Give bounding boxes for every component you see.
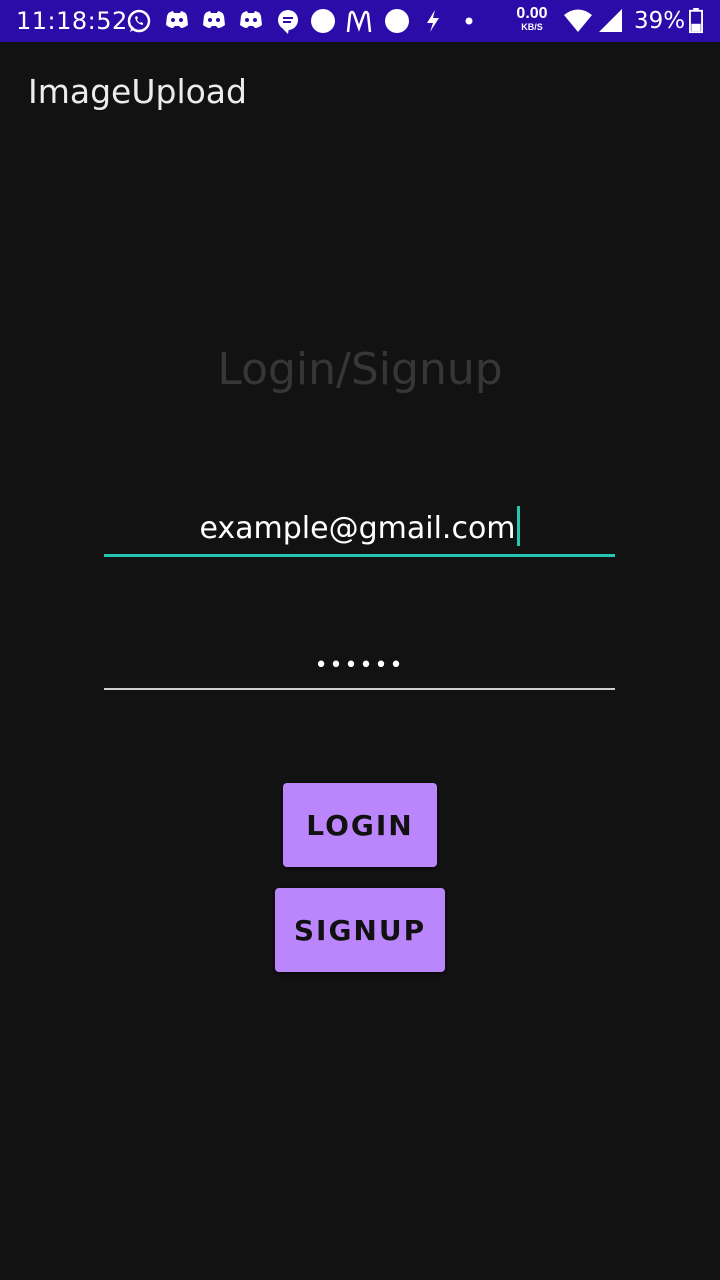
password-field[interactable]: ••••••	[104, 642, 615, 690]
app-title: ImageUpload	[28, 72, 247, 111]
email-value: example@gmail.com	[199, 511, 516, 546]
whatsapp-icon	[127, 9, 151, 33]
signup-button[interactable]: SIGNUP	[275, 888, 445, 972]
text-cursor	[516, 506, 520, 546]
dot-icon	[465, 17, 473, 25]
status-bar: 11:18:52 0.00 KB/S 39%	[0, 0, 720, 42]
network-speed: 0.00 KB/S	[512, 6, 552, 32]
page-heading: Login/Signup	[217, 344, 503, 395]
status-time: 11:18:52	[16, 7, 128, 35]
email-field[interactable]: example@gmail.com	[104, 506, 615, 557]
discord-icon	[240, 11, 262, 28]
network-speed-value: 0.00	[516, 5, 548, 22]
password-value: ••••••	[314, 653, 405, 678]
battery-icon	[689, 8, 703, 34]
mcdonalds-icon	[346, 10, 372, 33]
chat-icon	[278, 10, 298, 34]
circle-icon	[385, 9, 409, 33]
network-speed-unit: KB/S	[521, 22, 543, 32]
login-button[interactable]: LOGIN	[283, 783, 437, 867]
discord-icon	[203, 11, 225, 28]
battery-percent: 39%	[634, 8, 686, 34]
circle-icon	[311, 9, 335, 33]
wifi-icon	[564, 9, 592, 32]
discord-icon	[166, 11, 188, 28]
signal-icon	[599, 9, 622, 32]
flash-icon	[427, 10, 439, 32]
